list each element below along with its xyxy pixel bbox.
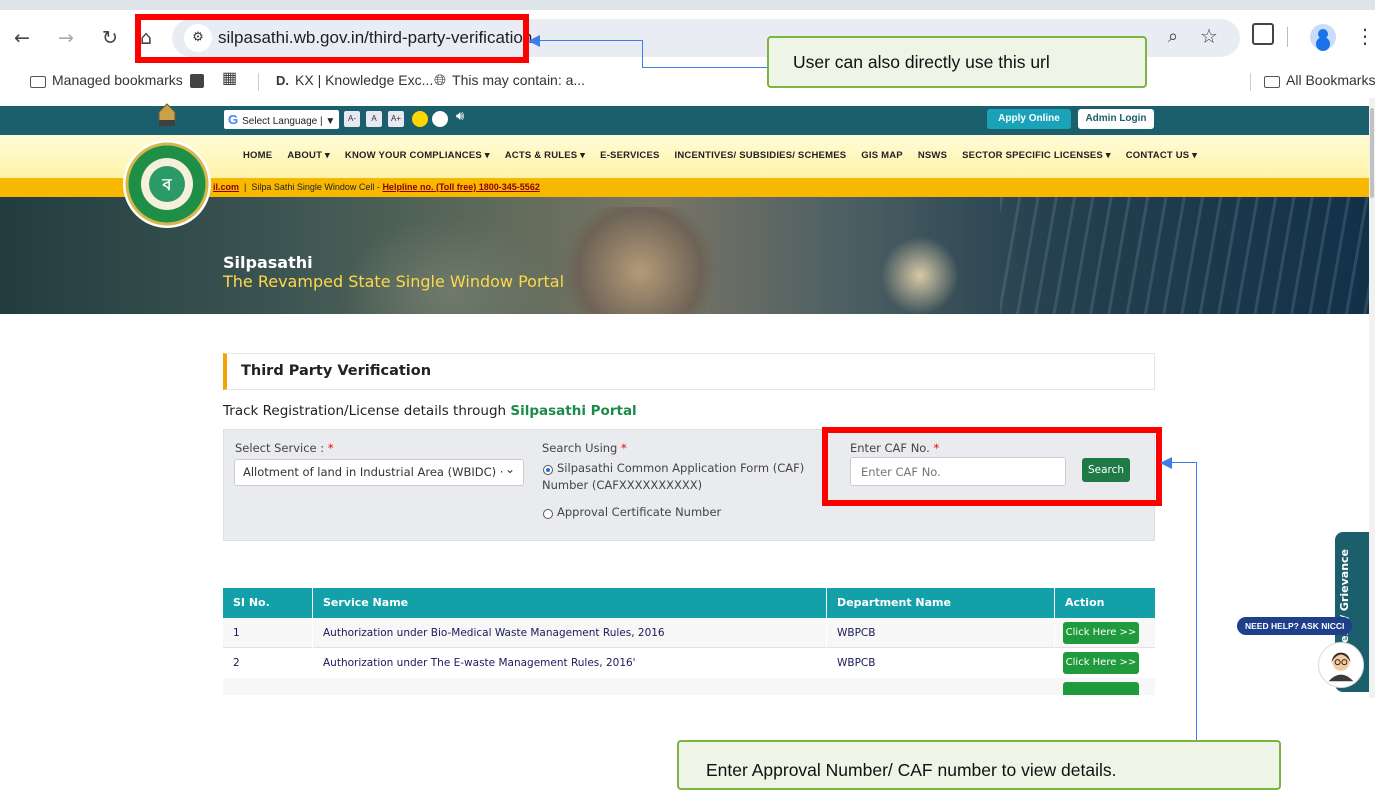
nav-gis-map[interactable]: GIS MAP: [861, 150, 903, 161]
track-heading: Track Registration/License details throu…: [223, 403, 637, 419]
row-no: 2: [223, 648, 313, 678]
url-arrow-line: [642, 67, 768, 68]
service-label: Select Service : *: [235, 441, 334, 455]
radio-caf-label: Silpasathi Common Application Form (CAF): [557, 461, 805, 475]
white-theme-button[interactable]: [432, 111, 448, 127]
yellow-theme-button[interactable]: [412, 111, 428, 127]
bookmark-square-icon[interactable]: [190, 72, 210, 88]
url-callout: User can also directly use this url: [767, 36, 1147, 88]
row-dept: WBPCB: [827, 618, 1055, 648]
globe-icon: 🌐︎: [434, 72, 447, 89]
table-row-partial: [223, 678, 1155, 695]
kebab-menu-icon[interactable]: ⋮: [1355, 24, 1375, 48]
row-service: Authorization under The E-waste Manageme…: [313, 648, 827, 678]
radio-approval-label: Approval Certificate Number: [557, 505, 722, 519]
helpline-link[interactable]: Helpline no. (Toll free) 1800-345-5562: [382, 182, 539, 192]
need-help-bubble[interactable]: NEED HELP? ASK NICCI: [1237, 617, 1353, 635]
col-service-name: Service Name: [313, 588, 827, 618]
radio-caf[interactable]: [543, 465, 553, 475]
scrollbar-thumb[interactable]: [1370, 108, 1374, 198]
col-department: Department Name: [827, 588, 1055, 618]
row-no: 1: [223, 618, 313, 648]
page-title: Third Party Verification: [241, 363, 432, 379]
url-highlight-box: [135, 14, 529, 63]
forward-icon[interactable]: →: [52, 24, 80, 52]
nav-incentives[interactable]: INCENTIVES/ SUBSIDIES/ SCHEMES: [675, 150, 847, 161]
nav-compliances[interactable]: KNOW YOUR COMPLIANCES ▾: [345, 150, 490, 161]
service-select[interactable]: Allotment of land in Industrial Area (WB…: [234, 459, 524, 486]
profile-avatar[interactable]: [1310, 24, 1336, 50]
nav-nsws[interactable]: NSWS: [918, 150, 947, 161]
portal-name: Silpasathi Portal: [510, 403, 637, 419]
col-si-no: SI No.: [223, 588, 313, 618]
translate-select[interactable]: G Select Language | ▼: [224, 110, 340, 129]
kx-favicon-icon: D.: [276, 73, 289, 88]
nav-acts-rules[interactable]: ACTS & RULES ▾: [505, 150, 585, 161]
reload-icon[interactable]: ↻: [96, 24, 124, 52]
bookmarks-bar: Managed bookmarks ▦ D. KX | Knowledge Exc…: [0, 66, 1375, 96]
bookmark-star-icon[interactable]: ☆: [1200, 24, 1218, 48]
caf-arrow-line: [1172, 462, 1197, 463]
zoom-icon[interactable]: ⌕: [1168, 26, 1178, 47]
nav-about[interactable]: ABOUT ▾: [287, 150, 330, 161]
col-action: Action: [1065, 596, 1105, 609]
bookmark-kx[interactable]: D. KX | Knowledge Exc...: [276, 72, 433, 88]
apps-grid-icon[interactable]: ▦: [222, 68, 237, 88]
nav-contact[interactable]: CONTACT US ▾: [1126, 150, 1197, 161]
bookmark-pin[interactable]: 🌐︎ This may contain: a...: [434, 72, 585, 89]
web-page: G Select Language | ▼ A- A A+ 🔊︎ Apply On…: [0, 98, 1369, 785]
speaker-icon[interactable]: 🔊︎: [456, 109, 464, 124]
font-decrease-button[interactable]: A-: [344, 111, 360, 127]
helpline-info: il.com | Silpa Sathi Single Window Cell …: [213, 182, 540, 192]
url-arrow-line: [540, 40, 643, 41]
banner-title: Silpasathi: [223, 253, 313, 272]
bookmark-divider: [258, 73, 259, 91]
google-g-icon: G: [228, 112, 239, 127]
svg-text:ব: ব: [162, 175, 173, 194]
row-dept: WBPCB: [827, 648, 1055, 678]
folder-icon: [1264, 76, 1280, 88]
caf-arrowhead: [1160, 457, 1172, 469]
font-increase-button[interactable]: A+: [388, 111, 404, 127]
state-emblem-logo: ব: [123, 103, 211, 228]
email-link[interactable]: il.com: [213, 182, 239, 192]
row-service: Authorization under Bio-Medical Waste Ma…: [313, 618, 827, 648]
url-arrow-line: [642, 40, 643, 68]
admin-login-button[interactable]: Admin Login: [1078, 109, 1154, 129]
banner-subtitle: The Revamped State Single Window Portal: [223, 272, 565, 291]
back-icon[interactable]: ←: [8, 24, 36, 52]
table-header: SI No. Service Name Department Name Acti…: [223, 588, 1155, 618]
click-here-button-partial[interactable]: [1063, 682, 1139, 695]
nav-menu: HOME ABOUT ▾ KNOW YOUR COMPLIANCES ▾ ACTS &…: [243, 150, 1212, 161]
click-here-button[interactable]: Click Here >>: [1063, 622, 1139, 644]
bookmark-managed[interactable]: Managed bookmarks: [30, 72, 183, 88]
table-row: 1 Authorization under Bio-Medical Waste …: [223, 618, 1155, 648]
bookmark-all[interactable]: All Bookmarks: [1264, 72, 1375, 88]
radio-approval[interactable]: [543, 509, 553, 519]
nav-e-services[interactable]: E-SERVICES: [600, 150, 659, 161]
page-title-panel: Third Party Verification: [223, 353, 1155, 390]
apply-online-button[interactable]: Apply Online: [987, 109, 1071, 129]
services-table: SI No. Service Name Department Name Acti…: [223, 588, 1155, 695]
managed-folder-icon: [30, 76, 46, 88]
caf-arrow-line: [1196, 462, 1197, 742]
click-here-button[interactable]: Click Here >>: [1063, 652, 1139, 674]
url-arrowhead: [528, 35, 540, 47]
toolbar-divider: [1287, 27, 1288, 47]
table-row: 2 Authorization under The E-waste Manage…: [223, 648, 1155, 678]
search-using-label: Search Using *: [542, 441, 627, 455]
radio-caf-label-line2: Number (CAFXXXXXXXXXX): [542, 478, 703, 492]
caf-callout: Enter Approval Number/ CAF number to vie…: [677, 740, 1281, 790]
nav-sector-licenses[interactable]: SECTOR SPECIFIC LICENSES ▾: [962, 150, 1111, 161]
tab-strip: [0, 0, 1375, 10]
extensions-icon[interactable]: [1252, 23, 1274, 45]
font-normal-button[interactable]: A: [366, 111, 382, 127]
bookmark-divider: [1250, 73, 1251, 91]
chatbot-avatar-icon[interactable]: [1318, 642, 1364, 688]
nav-home[interactable]: HOME: [243, 150, 272, 161]
caf-highlight-box: [822, 427, 1162, 506]
